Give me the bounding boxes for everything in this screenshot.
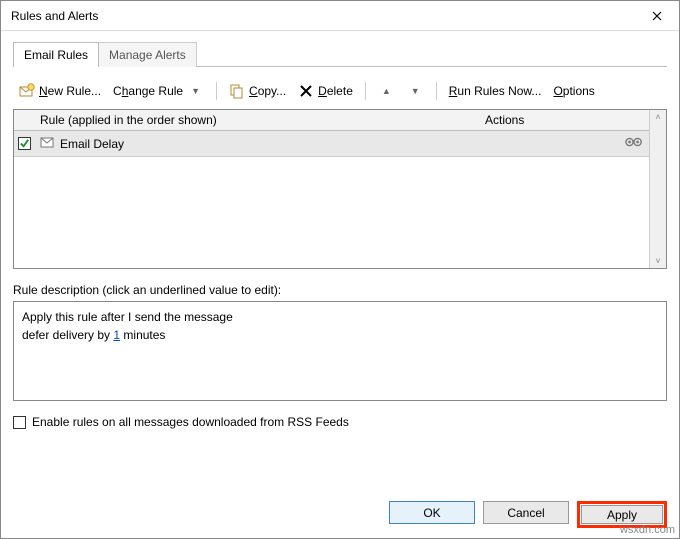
triangle-up-icon: ▲ (378, 86, 395, 96)
rss-checkbox-row: Enable rules on all messages downloaded … (13, 415, 667, 429)
run-rules-button[interactable]: Run Rules Now... (445, 82, 546, 100)
dropdown-icon: ▼ (187, 86, 204, 96)
delete-label: Delete (318, 84, 353, 98)
titlebar: Rules and Alerts (1, 1, 679, 31)
rule-type-icon (40, 135, 54, 152)
options-button[interactable]: Options (549, 82, 598, 100)
separator (365, 82, 366, 100)
new-rule-icon (19, 83, 35, 99)
move-down-button[interactable]: ▼ (403, 84, 428, 98)
col-rule[interactable]: Rule (applied in the order shown) (34, 110, 479, 130)
rules-and-alerts-dialog: Rules and Alerts Email Rules Manage Aler… (0, 0, 680, 539)
check-icon (19, 138, 30, 149)
options-label: Options (553, 84, 594, 98)
grid-scrollbar[interactable]: ˄ ˅ (649, 110, 666, 268)
copy-label: Copy... (249, 84, 286, 98)
ok-button[interactable]: OK (389, 501, 475, 524)
separator (216, 82, 217, 100)
rss-checkbox[interactable] (13, 416, 26, 429)
rules-grid: Rule (applied in the order shown) Action… (13, 109, 667, 269)
description-line2: defer delivery by 1 minutes (22, 326, 658, 344)
delete-button[interactable]: Delete (294, 81, 357, 101)
close-icon (652, 11, 662, 21)
new-rule-label-u: N (39, 84, 48, 98)
description-label: Rule description (click an underlined va… (13, 283, 667, 297)
window-title: Rules and Alerts (11, 9, 98, 23)
triangle-down-icon: ▼ (407, 86, 424, 96)
new-rule-button[interactable]: New Rule... (15, 81, 105, 101)
rule-name: Email Delay (60, 137, 124, 151)
copy-button[interactable]: Copy... (225, 81, 290, 101)
watermark: wsxdn.com (620, 524, 675, 536)
rule-row[interactable]: Email Delay (14, 131, 649, 157)
rule-checkbox[interactable] (18, 137, 31, 150)
description-box: Apply this rule after I send the message… (13, 301, 667, 401)
delete-icon (298, 83, 314, 99)
description-line1: Apply this rule after I send the message (22, 308, 658, 326)
toolbar: New Rule... Change Rule ▼ Copy... (13, 77, 667, 109)
new-rule-label: ew Rule... (48, 84, 101, 98)
change-rule-button[interactable]: Change Rule ▼ (109, 82, 208, 100)
tab-manage-alerts[interactable]: Manage Alerts (98, 42, 197, 67)
scroll-up-icon: ˄ (655, 112, 660, 122)
tabs: Email Rules Manage Alerts (13, 41, 667, 67)
close-button[interactable] (635, 1, 679, 31)
cancel-button[interactable]: Cancel (483, 501, 569, 524)
grid-header: Rule (applied in the order shown) Action… (14, 110, 649, 131)
change-rule-label: Change Rule (113, 84, 183, 98)
rss-label: Enable rules on all messages downloaded … (32, 415, 349, 429)
apply-button[interactable]: Apply (581, 505, 663, 524)
scroll-down-icon: ˅ (655, 256, 660, 266)
col-actions[interactable]: Actions (479, 110, 649, 130)
separator (436, 82, 437, 100)
tab-email-rules[interactable]: Email Rules (13, 42, 99, 67)
move-up-button[interactable]: ▲ (374, 84, 399, 98)
run-rules-label: Run Rules Now... (449, 84, 542, 98)
rule-action-icon (625, 135, 643, 152)
copy-icon (229, 83, 245, 99)
